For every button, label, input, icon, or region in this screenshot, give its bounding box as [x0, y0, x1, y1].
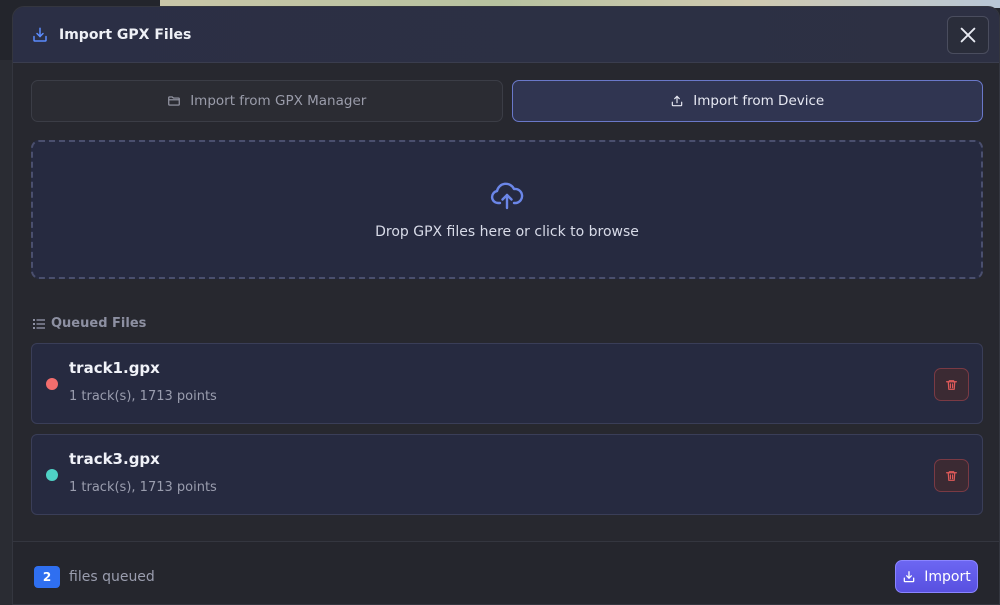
folder-icon — [167, 94, 181, 108]
queued-files-heading: Queued Files — [33, 316, 146, 331]
import-icon — [31, 26, 49, 44]
track-color-dot — [46, 378, 58, 390]
import-source-tabs: Import from GPX Manager Import from Devi… — [31, 80, 983, 122]
file-name: track1.gpx — [69, 359, 160, 377]
track-color-dot — [46, 469, 58, 481]
queued-files-label: Queued Files — [51, 316, 147, 331]
trash-icon — [945, 469, 958, 483]
file-dropzone[interactable]: Drop GPX files here or click to browse — [31, 140, 983, 279]
import-button[interactable]: Import — [895, 560, 978, 593]
import-button-label: Import — [924, 568, 971, 585]
queued-count-label: files queued — [69, 569, 155, 585]
close-icon — [957, 24, 979, 46]
import-gpx-modal: Import GPX Files Import from GPX Manager — [12, 6, 1000, 605]
sidebar-edge — [0, 60, 12, 605]
cloud-upload-icon — [490, 182, 524, 210]
dropzone-text: Drop GPX files here or click to browse — [375, 223, 639, 240]
import-icon — [902, 570, 916, 584]
remove-file-button[interactable] — [934, 459, 969, 492]
remove-file-button[interactable] — [934, 368, 969, 401]
upload-icon — [670, 94, 684, 108]
file-name: track3.gpx — [69, 450, 160, 468]
trash-icon — [945, 378, 958, 392]
list-icon — [33, 318, 45, 330]
tab-label: Import from Device — [693, 93, 825, 109]
tab-device[interactable]: Import from Device — [511, 80, 983, 122]
list-item: track3.gpx 1 track(s), 1713 points — [31, 434, 983, 515]
tab-label: Import from GPX Manager — [190, 93, 367, 109]
queued-count-badge: 2 — [34, 566, 60, 588]
list-item: track1.gpx 1 track(s), 1713 points — [31, 343, 983, 424]
modal-header: Import GPX Files — [13, 7, 999, 63]
modal-footer: 2 files queued Import — [13, 541, 999, 604]
close-button[interactable] — [947, 16, 989, 54]
tab-gpx-manager[interactable]: Import from GPX Manager — [31, 80, 503, 122]
file-meta: 1 track(s), 1713 points — [69, 480, 217, 495]
modal-title: Import GPX Files — [59, 26, 192, 43]
file-meta: 1 track(s), 1713 points — [69, 389, 217, 404]
